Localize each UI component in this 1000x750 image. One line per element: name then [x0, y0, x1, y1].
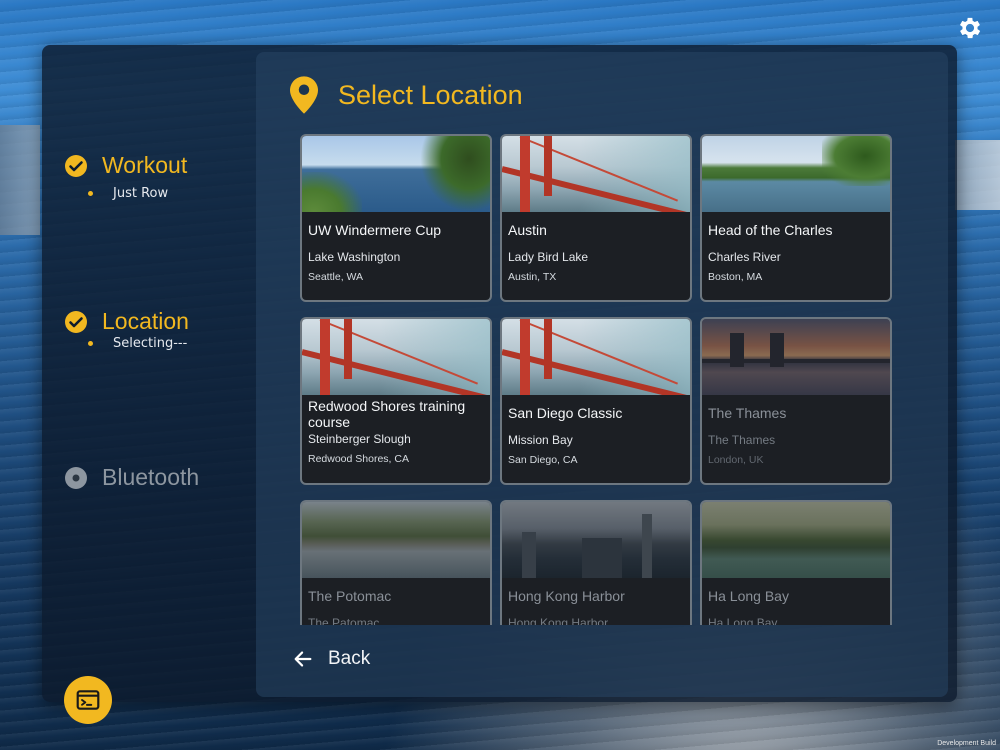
- location-water: Lake Washington: [308, 250, 401, 264]
- step-subtitle-text: Selecting---: [113, 336, 188, 351]
- check-circle-icon: [65, 154, 87, 177]
- location-thumbnail: [302, 502, 490, 578]
- page-title: Select Location: [338, 79, 523, 110]
- location-thumbnail: [702, 319, 890, 395]
- location-water: Hong Kong Harbor: [508, 616, 609, 625]
- location-card[interactable]: UW Windermere Cup Lake Washington Seattl…: [300, 134, 492, 302]
- back-label: Back: [328, 648, 371, 669]
- page-header: Select Location: [290, 76, 523, 114]
- location-city: Austin, TX: [508, 271, 557, 283]
- step-subtitle-text: Just Row: [113, 186, 169, 201]
- step-workout[interactable]: Workout: [64, 152, 187, 179]
- location-thumbnail: [702, 136, 890, 212]
- bullet: [88, 341, 93, 346]
- step-location[interactable]: Location: [64, 308, 189, 335]
- gear-icon: [959, 17, 981, 39]
- step-bluetooth[interactable]: Bluetooth: [64, 464, 199, 491]
- location-thumbnail: [302, 319, 490, 395]
- location-thumbnail: [502, 502, 690, 578]
- location-name: UW Windermere Cup: [308, 222, 442, 238]
- location-thumbnail: [302, 136, 490, 212]
- location-name: Redwood Shores training course: [308, 398, 466, 430]
- bullet: [88, 191, 93, 196]
- location-water: Mission Bay: [508, 433, 573, 447]
- location-water: Charles River: [708, 250, 781, 264]
- terminal-icon: [76, 690, 100, 710]
- location-water: The Patomac: [308, 616, 380, 625]
- map-pin-icon: [290, 76, 318, 114]
- location-name: The Thames: [708, 405, 787, 421]
- location-thumbnail: [502, 136, 690, 212]
- background-building: [0, 125, 40, 235]
- arrow-left-icon: [294, 651, 312, 667]
- location-water: Ha Long Bay: [708, 616, 778, 625]
- check-circle-icon: [65, 310, 87, 333]
- location-name: Head of the Charles: [708, 222, 833, 238]
- background-building: [955, 140, 1000, 210]
- step-subtitle: Just Row: [88, 186, 168, 201]
- location-thumbnail: [702, 502, 890, 578]
- location-card[interactable]: Redwood Shores training course Steinberg…: [300, 317, 492, 485]
- location-thumbnail: [502, 319, 690, 395]
- back-button[interactable]: Back: [292, 648, 370, 670]
- location-card[interactable]: Ha Long Bay Ha Long Bay: [700, 500, 892, 625]
- location-water: Steinberger Slough: [308, 432, 411, 446]
- location-card[interactable]: The Potomac The Patomac: [300, 500, 492, 625]
- location-card[interactable]: Hong Kong Harbor Hong Kong Harbor: [500, 500, 692, 625]
- step-title: Workout: [102, 152, 188, 178]
- development-build-label: Development Build: [937, 740, 996, 747]
- location-city: London, UK: [708, 454, 764, 466]
- location-name: Hong Kong Harbor: [508, 588, 625, 604]
- location-water: Lady Bird Lake: [508, 250, 589, 264]
- location-city: Boston, MA: [708, 271, 763, 283]
- location-card[interactable]: The Thames The Thames London, UK: [700, 317, 892, 485]
- settings-button[interactable]: [956, 14, 984, 42]
- location-grid[interactable]: UW Windermere Cup Lake Washington Seattl…: [298, 132, 894, 625]
- step-subtitle: Selecting---: [88, 336, 187, 351]
- step-title: Location: [102, 308, 189, 334]
- location-card[interactable]: San Diego Classic Mission Bay San Diego,…: [500, 317, 692, 485]
- step-title: Bluetooth: [102, 464, 200, 490]
- console-button[interactable]: [64, 676, 112, 724]
- location-water: The Thames: [708, 433, 776, 447]
- location-card[interactable]: Head of the Charles Charles River Boston…: [700, 134, 892, 302]
- location-city: San Diego, CA: [508, 454, 578, 466]
- location-name: The Potomac: [308, 588, 392, 604]
- location-city: Seattle, WA: [308, 271, 364, 283]
- location-city: Redwood Shores, CA: [308, 453, 409, 465]
- location-name: Ha Long Bay: [708, 588, 789, 604]
- location-name: San Diego Classic: [508, 405, 623, 421]
- location-card[interactable]: Austin Lady Bird Lake Austin, TX: [500, 134, 692, 302]
- radio-empty-icon: [65, 466, 87, 489]
- location-name: Austin: [508, 222, 547, 238]
